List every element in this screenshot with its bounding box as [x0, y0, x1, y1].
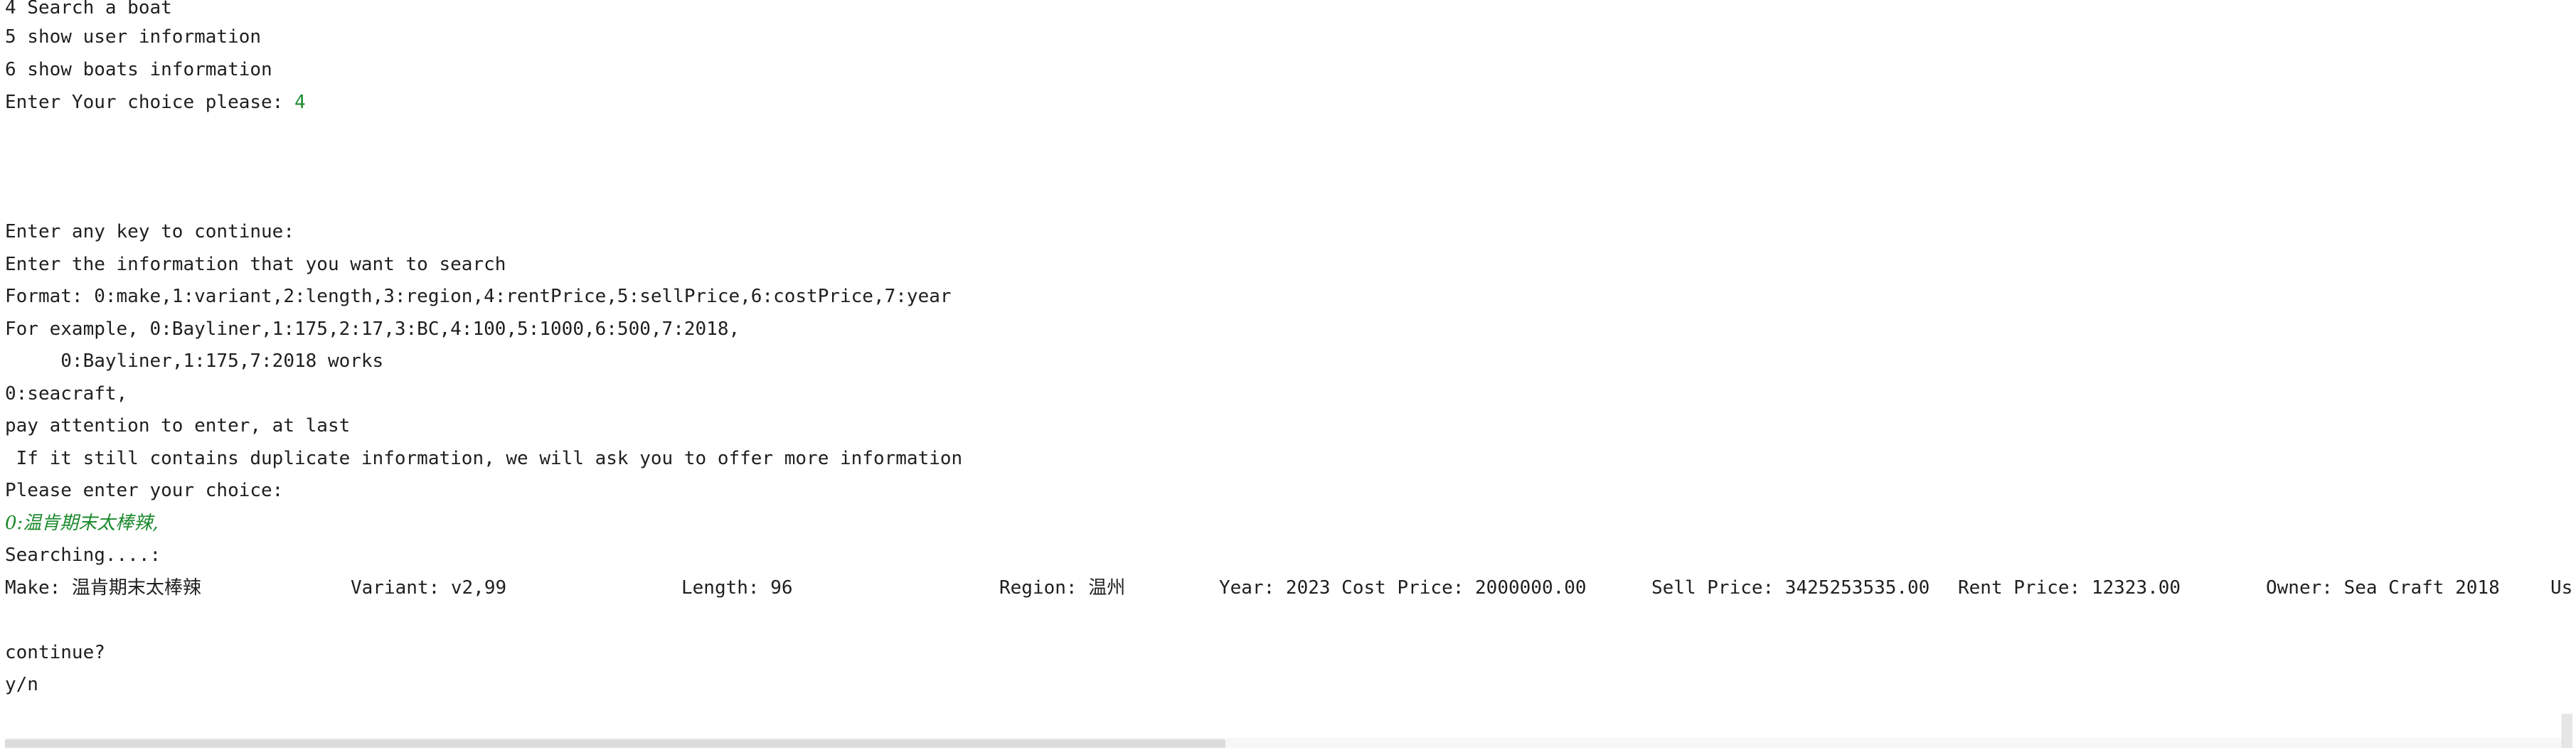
result-year-cost: Year: 2023 Cost Price: 2000000.00: [1219, 577, 1587, 599]
menu-item-show-boats: 6 show boats information: [5, 59, 272, 80]
result-make-value: 温肯期末太棒辣: [71, 577, 201, 599]
horizontal-scrollbar[interactable]: [5, 738, 2565, 748]
horizontal-scrollbar-thumb[interactable]: [5, 739, 1225, 748]
search-intro: Enter the information that you want to s…: [5, 254, 506, 275]
result-overflow: Us: [2550, 577, 2573, 599]
echo-line: 0:seacraft,: [5, 383, 128, 405]
menu-item-show-user: 5 show user information: [5, 26, 262, 48]
vertical-scrollbar-thumb[interactable]: [2562, 714, 2572, 748]
result-make: Make: 温肯期末太棒辣: [5, 572, 201, 604]
choice-line: Enter Your choice please: 4: [5, 86, 306, 119]
choice-prompt: Enter Your choice please:: [5, 92, 294, 113]
console-output[interactable]: 4 Search a boat 5 show user information …: [0, 0, 2576, 750]
result-region-label: Region:: [999, 577, 1089, 599]
example-line-1: For example, 0:Bayliner,1:175,2:17,3:BC,…: [5, 318, 740, 340]
format-line: Format: 0:make,1:variant,2:length,3:regi…: [5, 286, 952, 307]
searching-line: Searching....:: [5, 545, 161, 566]
continue-prompt: Enter any key to continue:: [5, 221, 294, 242]
result-row: Make: 温肯期末太棒辣 Variant: v2,99 Length: 96 …: [0, 572, 2572, 604]
result-length: Length: 96: [681, 577, 793, 599]
result-owner: Owner: Sea Craft 2018: [2266, 577, 2500, 599]
result-make-label: Make:: [5, 577, 72, 599]
attention-line: pay attention to enter, at last: [5, 415, 351, 436]
enter-choice-prompt: Please enter your choice:: [5, 480, 284, 501]
yn-line: y/n: [5, 674, 38, 695]
result-region: Region: 温州: [999, 572, 1125, 604]
choice-input: 4: [294, 92, 306, 113]
example-line-2: 0:Bayliner,1:175,7:2018 works: [5, 350, 384, 372]
continue-question: continue?: [5, 642, 105, 663]
result-rent-price: Rent Price: 12323.00: [1958, 577, 2181, 599]
result-sell-price: Sell Price: 3425253535.00: [1651, 577, 1930, 599]
user-input-line: 0:温肯期末太棒辣,: [5, 513, 159, 534]
result-variant: Variant: v2,99: [351, 577, 507, 599]
result-region-value: 温州: [1088, 577, 1126, 599]
duplicate-line: If it still contains duplicate informati…: [5, 448, 963, 469]
